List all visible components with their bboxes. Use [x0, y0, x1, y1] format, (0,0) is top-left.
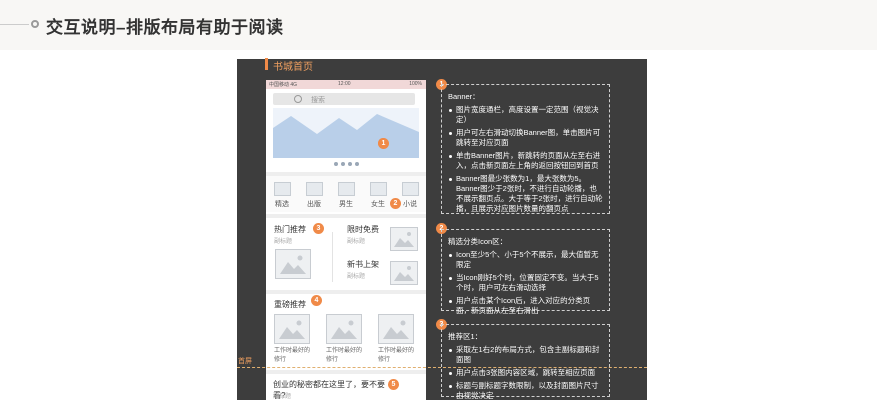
note-heading: Banner：: [448, 92, 480, 101]
fold-label: 首屏: [238, 358, 252, 365]
note-banner: Banner： 图片宽度通栏，高度设置一定范围（视觉决定） 用户可左右滑动切换B…: [441, 84, 610, 214]
category-label: 出版: [307, 201, 321, 208]
article-subtitle: 副标题: [273, 394, 292, 400]
category-image-icon: [273, 182, 291, 196]
newbook-title: 新书上架: [347, 260, 379, 269]
banner-image[interactable]: [273, 108, 419, 158]
header-bullet-icon: [31, 20, 39, 28]
heavy-item-caption: 工作时最好的修行: [274, 348, 311, 363]
banner-pager-dots: [266, 160, 426, 168]
pager-dot: [341, 162, 345, 166]
note-category: 精选分类Icon区： Icon至少5个、小于5个不展示，最大值暂无限定 当Ico…: [441, 229, 610, 315]
pager-dot: [348, 162, 352, 166]
free-title: 限时免费: [347, 225, 379, 234]
note-heading: 精选分类Icon区：: [448, 237, 508, 246]
page-title: 交互说明–排版布局有助于阅读: [46, 18, 284, 37]
phone-mockup: 中国移动 4G 12:00 100% 搜索 精选 出版 男生 女生 小说 热门推…: [266, 80, 426, 400]
status-time: 12:00: [338, 81, 351, 87]
board-title-text: 书城首页: [273, 62, 313, 73]
hot-cover-image[interactable]: [275, 249, 311, 279]
board-title: 书城首页: [264, 58, 313, 73]
banner-mountain-icon: [273, 108, 419, 158]
category-icon-row: 精选 出版 男生 女生 小说: [266, 172, 426, 212]
image-placeholder-icon: [394, 266, 414, 281]
heavy-cover-image[interactable]: [378, 314, 414, 344]
category-image-icon: [337, 182, 355, 196]
category-item-chuban[interactable]: 出版: [301, 182, 327, 209]
badge-2: 2: [390, 198, 401, 209]
category-item-jingxuan[interactable]: 精选: [269, 182, 295, 209]
search-placeholder: 搜索: [311, 97, 325, 104]
heavy-title: 重磅推荐: [274, 300, 306, 309]
note-item: 图片宽度通栏，高度设置一定范围（视觉决定）: [448, 105, 603, 125]
category-label: 男生: [339, 201, 353, 208]
status-battery: 100%: [409, 81, 422, 87]
recommend-section-1: 热门推荐 副标题 限时免费 副标题 新书上架 副标题: [266, 214, 426, 290]
free-subtitle: 副标题: [347, 239, 366, 245]
category-label: 精选: [275, 201, 289, 208]
heavy-cover-image[interactable]: [326, 314, 362, 344]
note-item: 当Icon刚好5个时，位置固定不变。当大于5个时，用户可左右滑动选择: [448, 273, 603, 293]
article-section: 创业的秘密都在这里了，要不要看? 副标题: [266, 370, 426, 400]
note-item: Icon至少5个、小于5个不展示，最大值暂无限定: [448, 250, 603, 270]
heavy-recommend-section: 重磅推荐 工作时最好的修行 工作时最好的修行 工作时最好的修行: [266, 290, 426, 366]
heavy-item-caption: 工作时最好的修行: [378, 348, 415, 363]
category-item-nansheng[interactable]: 男生: [333, 182, 359, 209]
badge-5: 5: [388, 379, 399, 390]
search-input[interactable]: 搜索: [273, 93, 415, 105]
header-rule: [0, 24, 29, 25]
heavy-item-caption: 工作时最好的修行: [326, 348, 363, 363]
image-placeholder-icon: [280, 255, 306, 274]
category-image-icon: [401, 182, 419, 196]
hot-subtitle: 副标题: [274, 239, 293, 245]
category-image-icon: [305, 182, 323, 196]
image-placeholder-icon: [331, 320, 357, 339]
status-bar: 中国移动 4G 12:00 100%: [266, 80, 426, 89]
pager-dot: [355, 162, 359, 166]
page-header: 交互说明–排版布局有助于阅读: [0, 0, 877, 50]
pager-dot: [334, 162, 338, 166]
note-item: 单击Banner图片，新跳转的页面从左至右进入，点击新页面左上角的返回按钮回到首…: [448, 151, 603, 171]
image-placeholder-icon: [383, 320, 409, 339]
hot-title: 热门推荐: [274, 225, 306, 234]
image-placeholder-icon: [394, 232, 414, 247]
badge-1: 1: [378, 138, 389, 149]
status-carrier: 中国移动 4G: [269, 82, 298, 88]
note-item: 用户点击某个Icon后，进入对应的分类页面，新页面从左至右滑出: [448, 296, 603, 316]
free-cover-image[interactable]: [390, 227, 418, 251]
category-item-nvsheng[interactable]: 女生: [365, 182, 391, 209]
category-item-xiaoshuo[interactable]: 小说: [397, 182, 423, 209]
first-screen-fold-line: [237, 367, 647, 368]
badge-4: 4: [311, 295, 322, 306]
newbook-cover-image[interactable]: [390, 261, 418, 285]
badge-3: 3: [313, 223, 324, 234]
note-item: Banner图最少张数为1，最大张数为5。Banner图少于2张时，不进行自动轮…: [448, 174, 603, 214]
search-icon: [294, 95, 302, 103]
note-heading: 推荐区1：: [448, 332, 483, 341]
note-item: 标题与副标题字数限制，以及封面图片尺寸由视觉决定: [448, 381, 603, 400]
section-divider: [332, 232, 333, 282]
note-item: 用户可左右滑动切换Banner图，单击图片可跳转至对应页面: [448, 128, 603, 148]
note-item: 用户点击3张图内容区域，跳转至相应页面: [448, 368, 603, 378]
note-recommend: 推荐区1： 采取左1右2的布局方式，包含主副标题和封面图 用户点击3张图内容区域…: [441, 324, 610, 400]
heavy-cover-image[interactable]: [274, 314, 310, 344]
note-item: 采取左1右2的布局方式，包含主副标题和封面图: [448, 345, 603, 365]
category-image-icon: [369, 182, 387, 196]
image-placeholder-icon: [279, 320, 305, 339]
category-label: 女生: [371, 201, 385, 208]
newbook-subtitle: 副标题: [347, 274, 366, 280]
